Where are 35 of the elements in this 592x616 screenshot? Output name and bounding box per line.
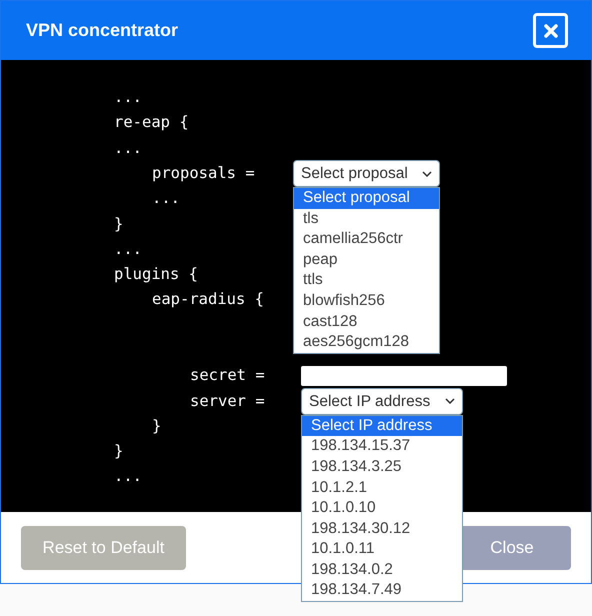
code-line: } — [152, 416, 162, 437]
dropdown-option[interactable]: aes256gcm128 — [294, 332, 439, 353]
dropdown-option[interactable]: Select IP address — [302, 416, 462, 436]
code-line: re-eap { — [114, 112, 189, 134]
code-line: plugins { — [114, 264, 198, 286]
secret-input-field[interactable] — [301, 366, 507, 386]
code-line: ... — [114, 138, 142, 159]
field-label: proposals = — [152, 162, 256, 184]
dropdown-option[interactable]: 198.134.3.25 — [302, 456, 462, 478]
dropdown-option[interactable]: Select proposal — [294, 188, 439, 209]
code-line: ... — [114, 238, 142, 260]
select-dropdown[interactable]: Select IP address — [301, 388, 463, 415]
dropdown-option[interactable]: ttls — [294, 270, 439, 292]
select-dropdown[interactable]: Select proposal — [293, 160, 440, 188]
code-line: } — [114, 441, 124, 462]
close-icon[interactable] — [533, 13, 568, 48]
code-line: } — [114, 214, 124, 234]
dialog-title: VPN concentrator — [26, 19, 178, 42]
dropdown-option[interactable]: 10.1.2.1 — [302, 478, 462, 498]
dropdown-option[interactable]: 198.134.15.37 — [302, 436, 462, 457]
dropdown-option[interactable]: camellia256ctr — [294, 229, 439, 250]
code-line: eap-radius { — [152, 289, 264, 310]
dropdown-option[interactable]: cast128 — [294, 312, 439, 332]
dropdown-option[interactable]: 198.134.7.49 — [302, 580, 462, 602]
dropdown-option[interactable]: peap — [294, 250, 439, 270]
code-line: ... — [152, 188, 180, 210]
dropdown-option[interactable]: tls — [294, 208, 439, 230]
chevron-down-icon — [445, 398, 455, 404]
code-line: ... — [114, 87, 142, 108]
chevron-down-icon — [422, 170, 432, 177]
dropdown-option[interactable]: blowfish256 — [294, 291, 439, 312]
code-line: ... — [114, 466, 142, 488]
field-label: secret = — [190, 365, 266, 386]
dropdown-option[interactable]: 10.1.0.10 — [302, 498, 462, 519]
field-label: server = — [190, 390, 266, 412]
